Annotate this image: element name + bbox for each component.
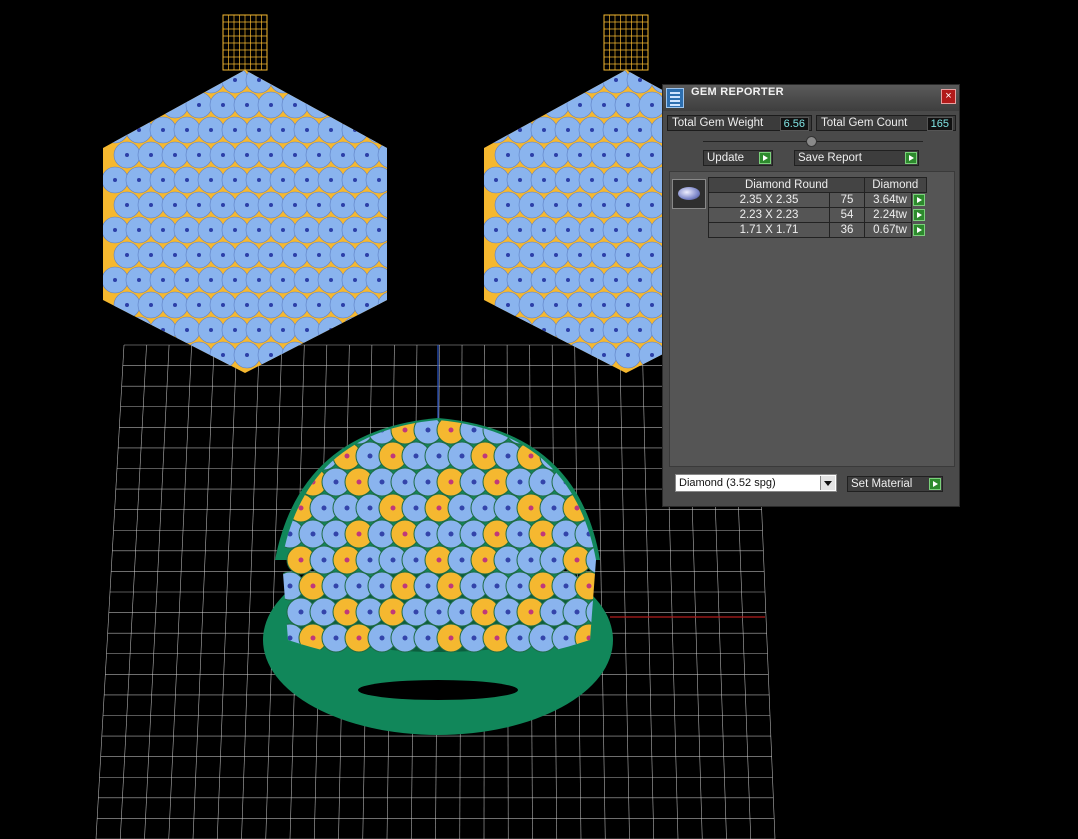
select-row-button[interactable] [912,193,927,208]
gem-weight: 2.24tw [864,207,912,223]
gem-size: 2.35 X 2.35 [708,192,830,208]
pendant-left [103,14,387,373]
diamond-round-thumbnail-icon[interactable] [672,179,706,209]
set-material-button-label: Set Material [851,478,913,490]
gem-count: 75 [829,192,865,208]
set-material-button[interactable]: Set Material [847,476,943,492]
gem-size: 1.71 X 1.71 [708,222,830,238]
gem-count: 36 [829,222,865,238]
panel-titlebar[interactable]: GEM REPORTER × [663,85,959,111]
collapse-knob[interactable] [806,136,817,147]
table-row: 2.35 X 2.35 75 3.64tw [708,192,927,208]
total-gem-weight-field: Total Gem Weight 6.56 [667,115,812,131]
close-button[interactable]: × [941,89,956,104]
header-material: Diamond [864,177,927,193]
play-arrow-icon [913,194,925,206]
material-select[interactable]: Diamond (3.52 spg) [675,474,837,492]
total-gem-weight-label: Total Gem Weight [672,117,764,129]
gem-weight: 0.67tw [864,222,912,238]
update-button-label: Update [707,152,745,164]
panel-title: GEM REPORTER [691,86,784,98]
material-select-value: Diamond (3.52 spg) [679,477,776,489]
total-gem-count-label: Total Gem Count [821,117,908,129]
ring-model [263,418,613,735]
play-arrow-icon [759,152,771,164]
play-arrow-icon [905,152,917,164]
header-shape: Diamond Round [708,177,865,193]
gem-weight: 3.64tw [864,192,912,208]
select-row-button[interactable] [912,208,927,223]
total-gem-count-value: 165 [926,117,953,131]
table-row: 2.23 X 2.23 54 2.24tw [708,207,927,223]
gem-count: 54 [829,207,865,223]
gem-list-area: Diamond Round Diamond 2.35 X 2.35 75 3.6… [669,171,955,467]
total-gem-count-field: Total Gem Count 165 [816,115,956,131]
play-arrow-icon [929,478,941,490]
gem-size: 2.23 X 2.23 [708,207,830,223]
update-button[interactable]: Update [703,150,773,166]
play-arrow-icon [913,208,925,221]
gem-reporter-panel: GEM REPORTER × Total Gem Weight 6.56 Tot… [662,84,960,507]
gem-table: Diamond Round Diamond 2.35 X 2.35 75 3.6… [708,177,927,238]
save-report-button[interactable]: Save Report [794,150,919,166]
save-report-button-label: Save Report [798,152,862,164]
chevron-down-icon[interactable] [820,476,835,490]
gem-table-header: Diamond Round Diamond [708,177,927,193]
table-row: 1.71 X 1.71 36 0.67tw [708,222,927,238]
select-row-button[interactable] [912,223,927,238]
total-gem-weight-value: 6.56 [779,117,809,131]
report-icon [666,88,684,108]
play-arrow-icon [913,223,925,236]
